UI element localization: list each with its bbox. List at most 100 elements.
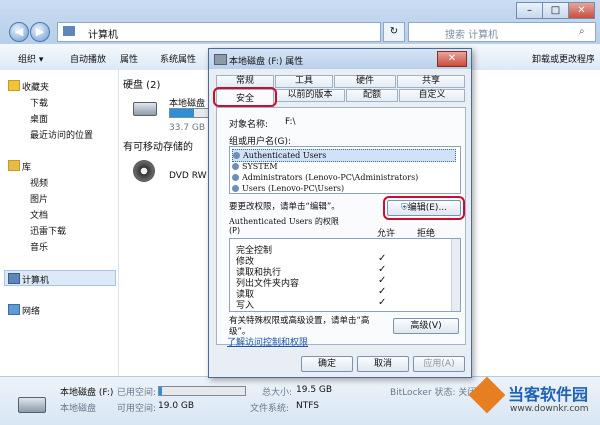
status-fs-value: NTFS xyxy=(296,401,319,411)
nav-downloads[interactable]: 下载 xyxy=(30,96,48,109)
nav-favorites[interactable]: 收藏夹 xyxy=(22,80,49,93)
permission-name: 写入 xyxy=(236,301,255,311)
object-name-label: 对象名称: xyxy=(229,120,269,130)
list-item[interactable]: SYSTEM xyxy=(232,161,278,172)
nav-music[interactable]: 音乐 xyxy=(30,240,48,253)
user-name: Authenticated Users xyxy=(243,151,327,160)
status-total-value: 19.5 GB xyxy=(296,385,333,395)
advanced-button[interactable]: 高级(V) xyxy=(393,318,459,334)
dialog-titlebar: 本地磁盘 (F:) 属性 ✕ xyxy=(209,49,471,69)
nav-network[interactable]: 网络 xyxy=(22,304,40,317)
apply-button[interactable]: 应用(A) xyxy=(413,356,465,372)
tab-customize[interactable]: 自定义 xyxy=(399,89,465,102)
status-bitlocker: BitLocker 状态: 关闭 xyxy=(390,388,477,398)
nav-videos[interactable]: 视频 xyxy=(30,176,48,189)
refresh-button[interactable]: ↻ xyxy=(383,22,405,42)
properties-dialog: 本地磁盘 (F:) 属性 ✕ 常规 工具 硬件 共享 安全 以前的版本 配额 自… xyxy=(208,48,472,378)
user-group-icon xyxy=(233,152,240,159)
search-placeholder: 搜索 计算机 xyxy=(445,30,499,41)
library-icon xyxy=(8,160,20,171)
status-usage-bar xyxy=(158,386,246,396)
users-list[interactable]: Authenticated Users SYSTEM Administrator… xyxy=(229,146,461,194)
object-name-value: F:\ xyxy=(285,117,296,127)
group-removable[interactable]: 有可移动存储的 xyxy=(123,138,193,153)
window-controls: – □ ✕ xyxy=(516,2,596,19)
dvd-icon xyxy=(133,160,155,182)
nav-pictures[interactable]: 图片 xyxy=(30,192,48,205)
user-name: Users (Lenovo-PC\Users) xyxy=(242,184,345,193)
user-group-icon xyxy=(232,174,239,181)
nav-computer[interactable]: 计算机 xyxy=(22,273,49,286)
allow-check: ✓ xyxy=(378,275,387,286)
nav-libraries[interactable]: 库 xyxy=(22,160,31,173)
nav-recent[interactable]: 最近访问的位置 xyxy=(30,128,93,141)
user-name: SYSTEM xyxy=(242,162,278,171)
security-pane: 对象名称: F:\ 组或用户名(G): Authenticated Users … xyxy=(216,107,466,345)
list-item[interactable]: Administrators (Lenovo-PC\Administrators… xyxy=(232,172,418,183)
status-drive-name: 本地磁盘 (F:) xyxy=(60,388,114,398)
forward-button[interactable]: ▶ xyxy=(30,22,50,42)
status-drive-icon xyxy=(18,397,46,413)
permissions-scrollbar[interactable] xyxy=(451,239,460,311)
group-hard-drives[interactable]: 硬盘 (2) xyxy=(123,76,160,91)
nav-documents[interactable]: 文档 xyxy=(30,208,48,221)
change-permissions-text: 要更改权限，请单击“编辑”。 xyxy=(229,202,340,212)
breadcrumb-computer[interactable]: 计算机 xyxy=(88,26,118,41)
address-bar[interactable]: 计算机 xyxy=(57,22,381,42)
star-icon xyxy=(8,80,20,91)
permissions-header: Authenticated Users 的权限 xyxy=(229,217,339,226)
user-group-icon xyxy=(232,163,239,170)
computer-icon xyxy=(8,273,20,284)
drive-icon xyxy=(133,102,157,116)
watermark-logo xyxy=(468,376,506,414)
autoplay-button[interactable]: 自动播放 xyxy=(70,52,106,65)
nav-computer-row[interactable] xyxy=(4,270,116,286)
tab-previous-versions[interactable]: 以前的版本 xyxy=(275,89,345,102)
status-type: 本地磁盘 xyxy=(60,404,97,414)
watermark-brand: 当客软件园 xyxy=(508,385,589,404)
status-total-label: 总大小: xyxy=(262,388,293,398)
cancel-button[interactable]: 取消 xyxy=(357,356,409,372)
allow-check: ✓ xyxy=(378,286,387,297)
search-box[interactable]: 搜索 计算机 ⌕ xyxy=(408,22,596,42)
status-free-label: 可用空间: xyxy=(117,404,157,414)
ok-button[interactable]: 确定 xyxy=(301,356,353,372)
tab-sharing[interactable]: 共享 xyxy=(397,75,465,88)
user-name: Administrators (Lenovo-PC\Administrators… xyxy=(242,173,419,182)
watermark-url: www.downkr.com xyxy=(510,404,589,414)
drive-usage-bar xyxy=(169,108,211,118)
dialog-title: 本地磁盘 (F:) 属性 xyxy=(229,57,304,67)
status-fs-label: 文件系统: xyxy=(250,404,290,414)
tab-tools[interactable]: 工具 xyxy=(275,75,333,88)
computer-icon xyxy=(63,26,75,36)
status-used-label: 已用空间: xyxy=(117,388,157,398)
highlight-edit-button xyxy=(383,196,465,220)
drive-icon xyxy=(214,54,227,65)
navigation-pane: 收藏夹 下载 桌面 最近访问的位置 库 视频 图片 文档 迅雷下载 音乐 计算机… xyxy=(0,70,119,376)
allow-check: ✓ xyxy=(378,297,387,308)
nav-desktop[interactable]: 桌面 xyxy=(30,112,48,125)
nav-xunlei-downloads[interactable]: 迅雷下载 xyxy=(30,224,66,237)
learn-access-control-link[interactable]: 了解访问控制和权限 xyxy=(227,335,308,348)
permissions-header-shortcut: (P) xyxy=(229,226,241,235)
permissions-list[interactable]: 完全控制 修改 ✓ 读取和执行 ✓ 列出文件夹内容 ✓ 读取 ✓ 写入 ✓ xyxy=(229,238,461,312)
tab-quota[interactable]: 配额 xyxy=(346,89,398,102)
list-item[interactable]: Users (Lenovo-PC\Users) xyxy=(232,183,344,194)
organize-menu[interactable]: 组织 ▾ xyxy=(18,52,43,65)
highlight-security-tab xyxy=(213,87,277,107)
tab-hardware[interactable]: 硬件 xyxy=(334,75,396,88)
allow-check: ✓ xyxy=(378,264,387,275)
dialog-close-button[interactable]: ✕ xyxy=(437,51,467,67)
maximize-button[interactable]: □ xyxy=(542,2,569,19)
uninstall-button[interactable]: 卸载或更改程序 xyxy=(532,52,594,65)
user-group-icon xyxy=(232,185,239,192)
minimize-button[interactable]: – xyxy=(516,2,543,19)
close-button[interactable]: ✕ xyxy=(568,2,595,19)
explorer-titlebar: – □ ✕ ◀ ▶ 计算机 ↻ 搜索 计算机 ⌕ xyxy=(0,0,600,44)
watermark: 当客软件园 www.downkr.com xyxy=(468,376,600,424)
properties-button[interactable]: 属性 xyxy=(120,52,138,65)
allow-check: ✓ xyxy=(378,253,387,264)
back-button[interactable]: ◀ xyxy=(9,22,29,42)
system-properties-button[interactable]: 系统属性 xyxy=(160,52,196,65)
explorer-window: – □ ✕ ◀ ▶ 计算机 ↻ 搜索 计算机 ⌕ 组织 ▾ 自动播放 属性 系统… xyxy=(0,0,600,425)
